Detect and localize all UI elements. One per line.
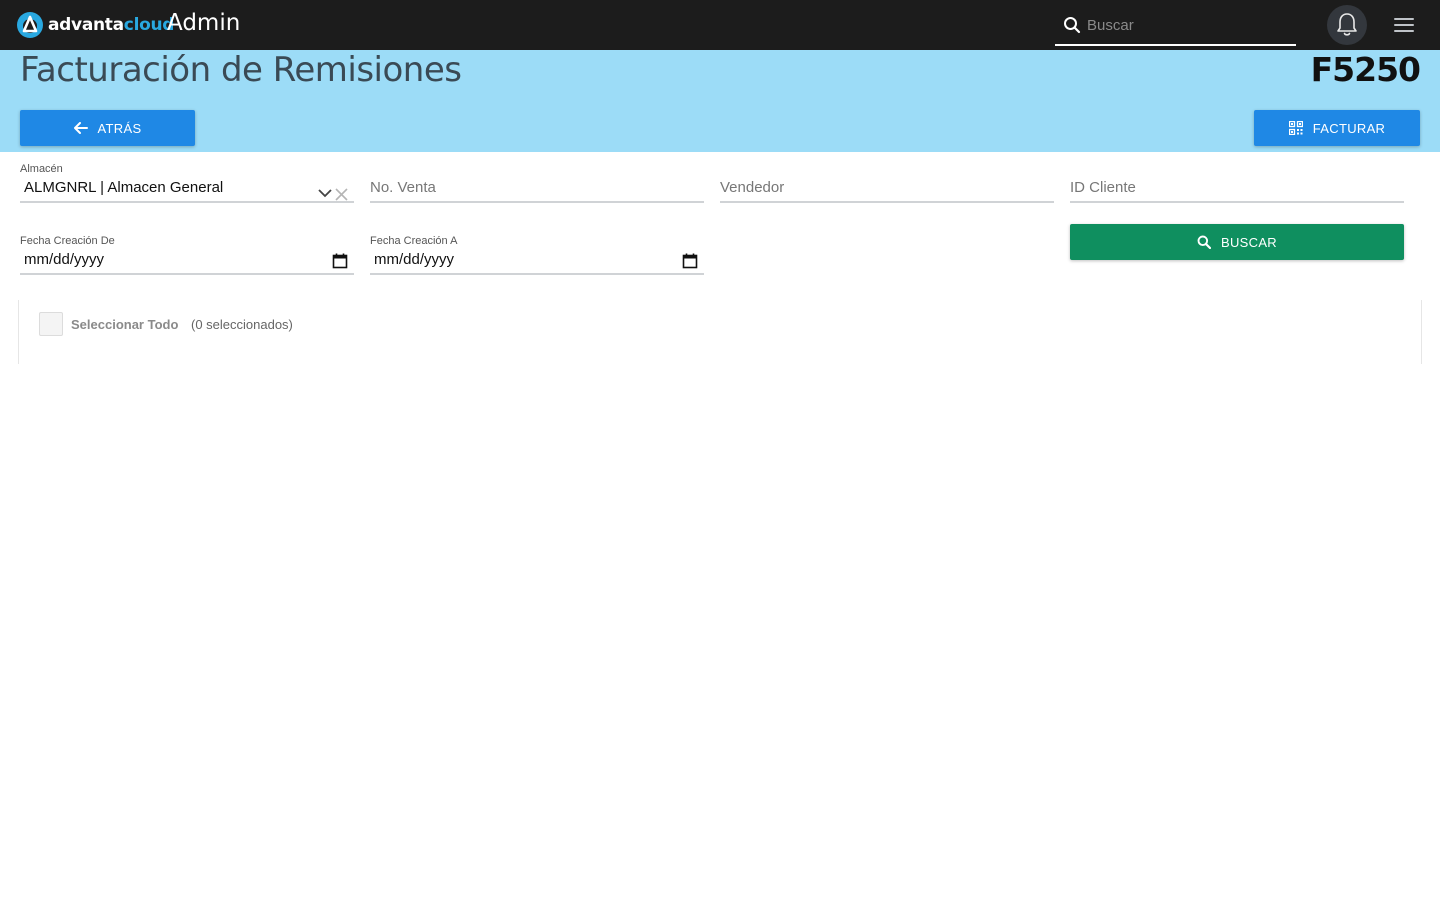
fecha-a-field[interactable]: Fecha Creación A mm/dd/yyyy <box>370 235 704 275</box>
chevron-down-icon[interactable] <box>318 189 332 198</box>
bell-icon <box>1337 13 1357 36</box>
almacen-select[interactable]: Almacén ALMGNRL | Almacen General <box>20 163 354 203</box>
top-navbar: advantacloud Admin <box>0 0 1440 50</box>
vendedor-field[interactable] <box>720 163 1054 203</box>
invoice-button[interactable]: FACTURAR <box>1254 110 1420 146</box>
arrow-left-icon <box>73 122 88 134</box>
venta-input[interactable] <box>370 175 704 199</box>
select-all-label[interactable]: Seleccionar Todo <box>71 317 178 332</box>
search-button-label: BUSCAR <box>1221 234 1277 250</box>
app-title: Admin <box>167 10 241 36</box>
back-button[interactable]: ATRÁS <box>20 110 195 146</box>
fecha-de-field[interactable]: Fecha Creación De mm/dd/yyyy <box>20 235 354 275</box>
search-icon <box>1197 235 1211 249</box>
fecha-de-label: Fecha Creación De <box>20 235 115 247</box>
notifications-button[interactable] <box>1327 5 1367 45</box>
page-title: Facturación de Remisiones <box>20 50 462 90</box>
cliente-input[interactable] <box>1070 175 1404 199</box>
advanta-logo-icon <box>17 12 43 38</box>
fecha-a-value[interactable]: mm/dd/yyyy <box>374 251 454 268</box>
global-search[interactable] <box>1055 6 1296 46</box>
hamburger-menu-icon[interactable] <box>1392 15 1416 35</box>
select-all-checkbox[interactable] <box>39 312 63 336</box>
fecha-de-value[interactable]: mm/dd/yyyy <box>24 251 104 268</box>
search-icon <box>1064 17 1081 34</box>
venta-field[interactable] <box>370 163 704 203</box>
results-panel: Seleccionar Todo (0 seleccionados) <box>18 300 1422 364</box>
almacen-value: ALMGNRL | Almacen General <box>24 179 224 196</box>
page-header: Facturación de Remisiones F5250 ATRÁS FA… <box>0 50 1440 152</box>
cliente-field[interactable] <box>1070 163 1404 203</box>
invoice-button-label: FACTURAR <box>1312 120 1386 136</box>
page-code: F5250 <box>1310 50 1421 89</box>
fecha-a-label: Fecha Creación A <box>370 235 458 247</box>
selected-count: (0 seleccionados) <box>191 317 293 332</box>
vendedor-input[interactable] <box>720 175 1054 199</box>
search-button[interactable]: BUSCAR <box>1070 224 1404 260</box>
back-button-label: ATRÁS <box>97 120 142 136</box>
qr-code-icon <box>1288 121 1303 135</box>
calendar-icon[interactable] <box>682 253 698 269</box>
logo-text: advantacloud <box>48 15 175 35</box>
almacen-label: Almacén <box>20 163 63 175</box>
clear-icon[interactable] <box>335 188 348 201</box>
calendar-icon[interactable] <box>332 253 348 269</box>
search-input[interactable] <box>1087 12 1287 38</box>
advanta-logo[interactable]: advantacloud <box>16 11 174 39</box>
